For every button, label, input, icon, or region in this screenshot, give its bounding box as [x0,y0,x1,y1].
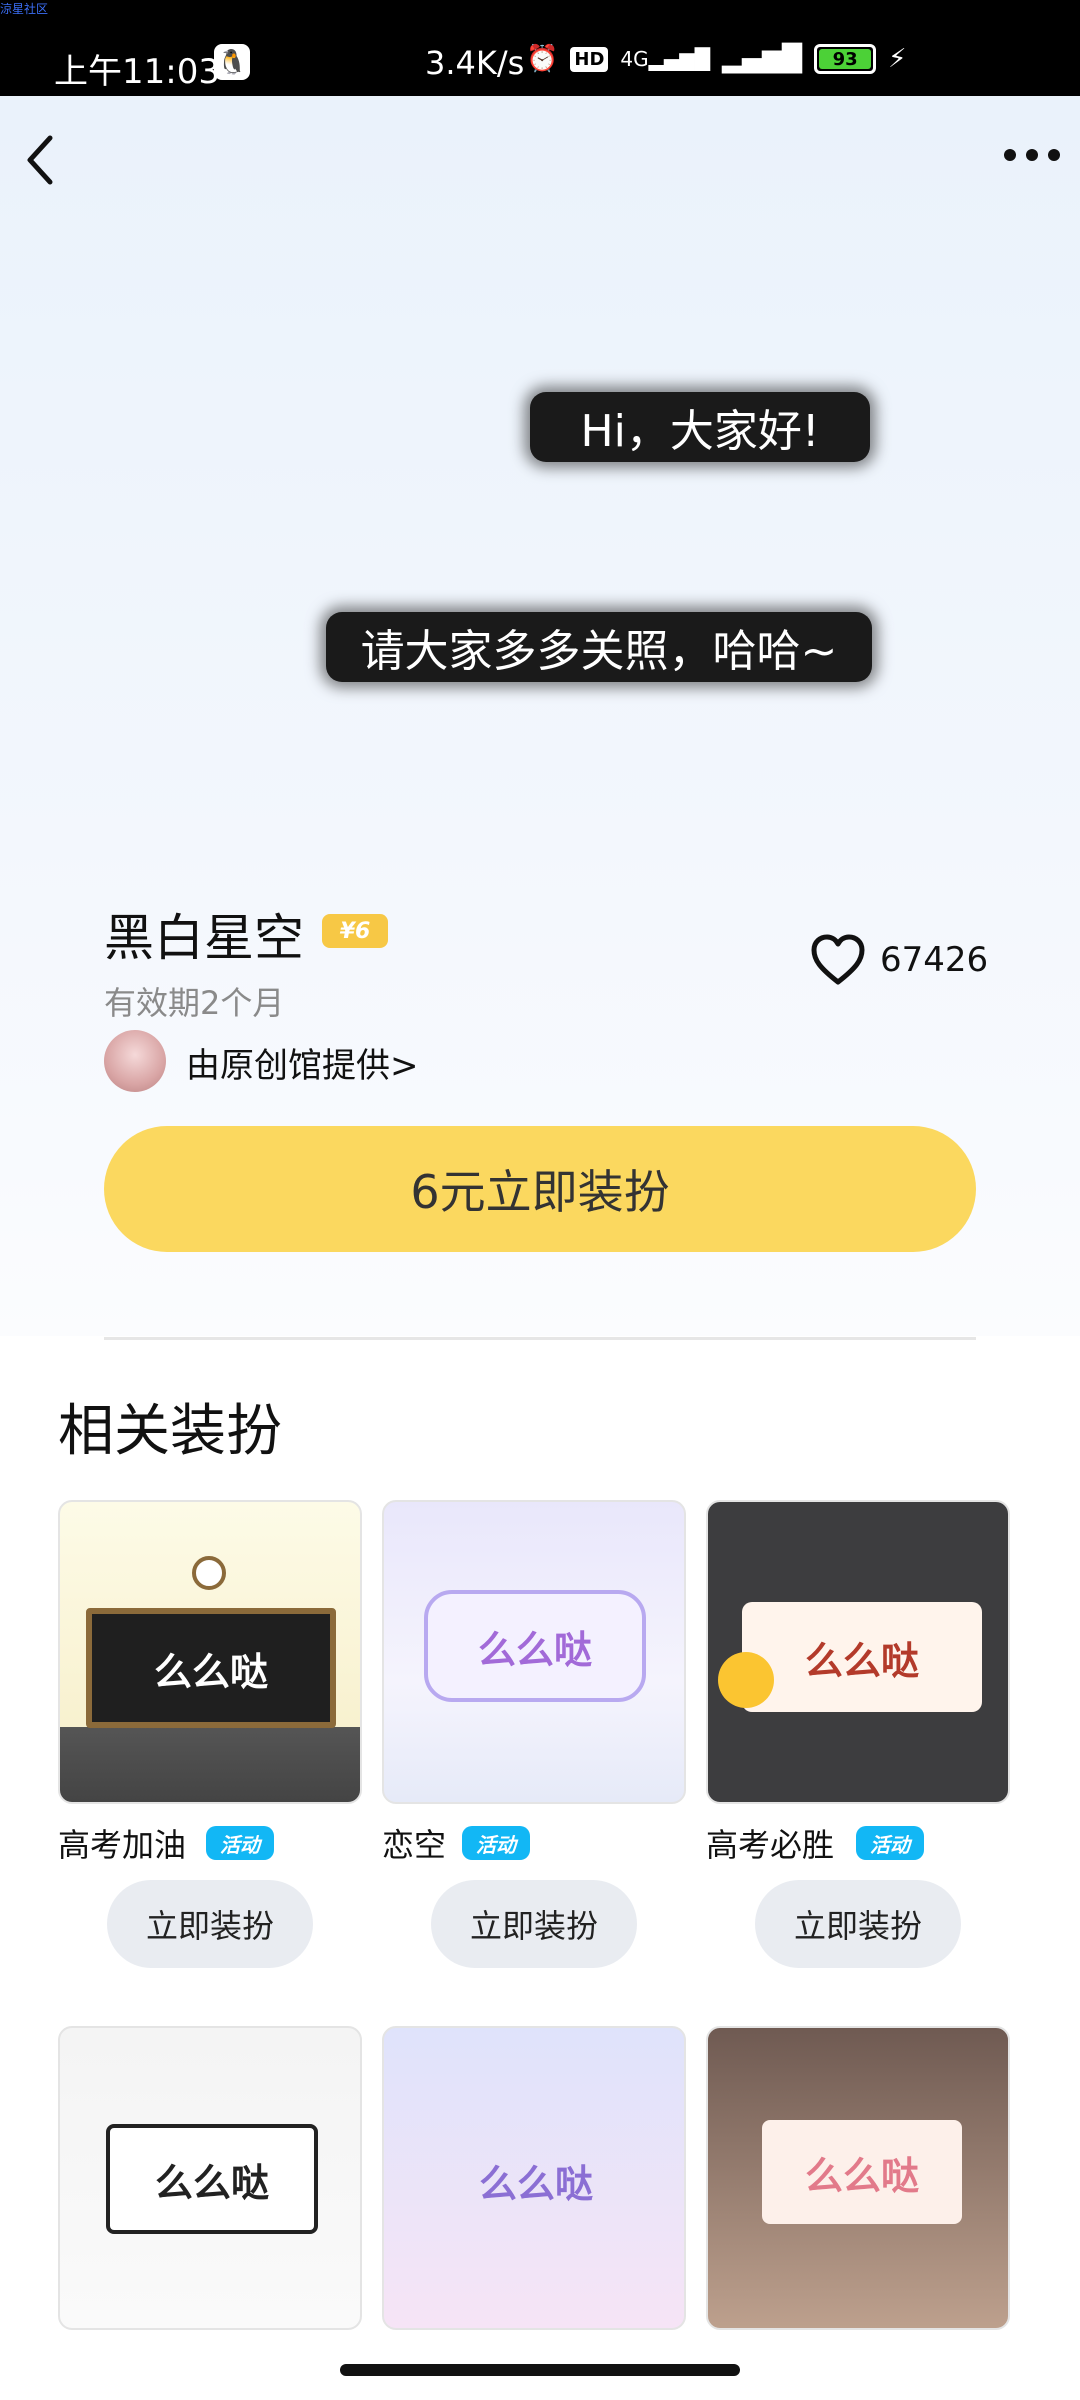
related-card-6[interactable]: 么么哒 [706,2026,1010,2330]
apply-button[interactable]: 立即装扮 [431,1880,637,1968]
status-bar: 上午11:03 🐧 3.4K/s ⏰ HD 4G▂▄▆█ ▂▄▆█ 93 ⚡ [0,0,1080,96]
card-preview-text: 么么哒 [424,1590,646,1702]
preview-bubble-1: Hi，大家好! [530,392,870,462]
home-indicator[interactable] [340,2364,740,2376]
alarm-icon: ⏰ [526,44,559,74]
apply-button[interactable]: 立即装扮 [755,1880,961,1968]
provider-avatar[interactable] [104,1030,166,1092]
provider-link[interactable]: 由原创馆提供> [186,1038,419,1087]
card-preview-text: 么么哒 [742,1602,982,1712]
signal-icon: 4G▂▄▆█ [620,47,711,71]
activity-badge: 活动 [856,1826,924,1860]
related-card-liankong[interactable]: 么么哒 [382,1500,686,1804]
item-title: 黑白星空 [104,909,304,967]
status-time: 上午11:03 [54,52,220,92]
battery-icon: 93 [814,44,877,74]
qq-icon: 🐧 [214,44,250,80]
status-icons: ⏰ HD 4G▂▄▆█ ▂▄▆█ 93 ⚡ [526,44,906,74]
related-card-gaokao-bisheng[interactable]: 么么哒 [706,1500,1010,1804]
related-card-5[interactable]: 么么哒 [382,2026,686,2330]
signal-icon-2: ▂▄▆█ [722,44,803,74]
card-name: 高考必胜 [706,1826,835,1864]
hd-icon: HD [570,46,609,72]
card-preview-text: 么么哒 [762,2120,962,2224]
activity-badge: 活动 [206,1826,274,1860]
clock-icon [192,1556,226,1590]
activity-badge: 活动 [462,1826,530,1860]
watermark: 涼星社区 [0,2,49,16]
card-name: 恋空 [382,1826,447,1864]
related-card-gaokao-jiayou[interactable]: 么么哒 [58,1500,362,1804]
charging-icon: ⚡ [888,44,907,74]
like-count: 67426 [880,940,989,980]
preview-bubble-2: 请大家多多关照，哈哈~ [326,612,872,682]
divider [104,1337,976,1340]
heart-icon[interactable] [810,934,866,986]
card-preview-text: 么么哒 [478,2161,593,2206]
card-name: 高考加油 [58,1826,187,1864]
more-icon[interactable] [1004,145,1060,165]
validity-text: 有效期2个月 [104,984,285,1022]
back-icon[interactable] [20,130,60,190]
apply-button[interactable]: 立即装扮 [107,1880,313,1968]
card-preview-text: 么么哒 [106,2124,318,2234]
network-speed: 3.4K/s [425,44,525,82]
apply-now-button[interactable]: 6元立即装扮 [104,1126,976,1252]
related-card-4[interactable]: 么么哒 [58,2026,362,2330]
card-preview-text: 么么哒 [86,1608,336,1728]
price-badge: ¥6 [322,914,388,948]
emoji-icon [718,1652,774,1708]
related-section-title: 相关装扮 [58,1399,282,1464]
